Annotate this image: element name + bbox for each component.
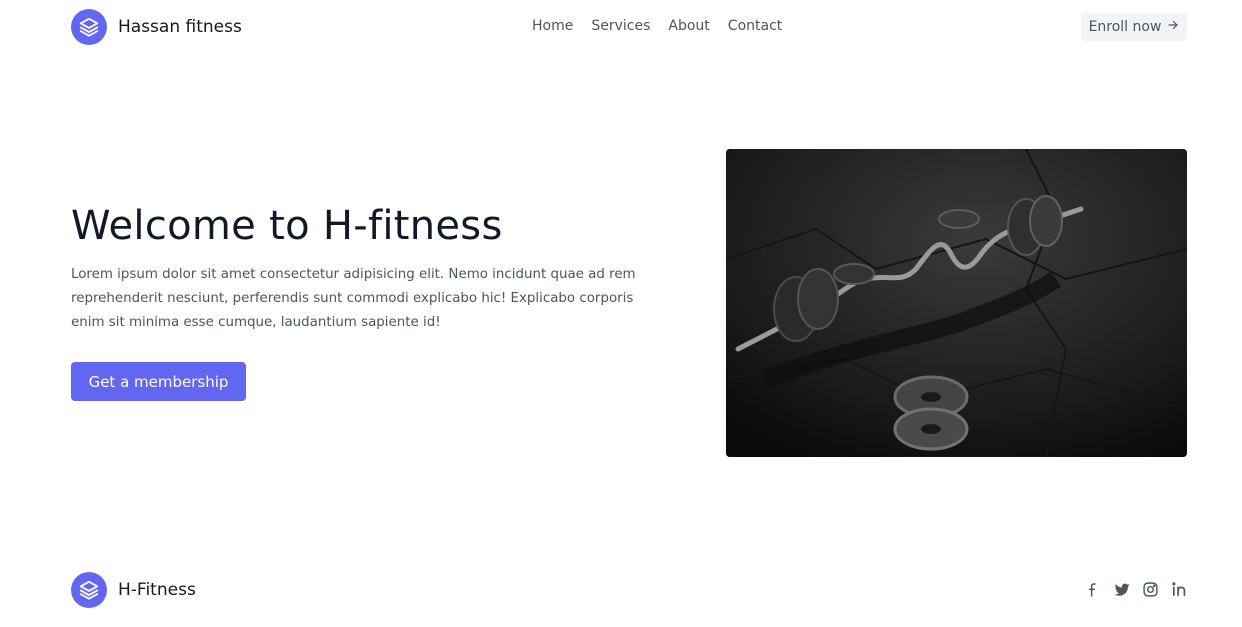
main-nav: Home Services About Contact: [532, 18, 782, 34]
layers-icon: [71, 9, 107, 45]
enroll-button[interactable]: Enroll now: [1081, 13, 1187, 41]
footer-brand[interactable]: H-Fitness: [71, 572, 196, 608]
instagram-icon[interactable]: [1141, 580, 1160, 599]
layers-icon: [71, 572, 107, 608]
hero-image: [726, 149, 1187, 457]
nav-link-contact[interactable]: Contact: [728, 18, 782, 34]
nav-link-home[interactable]: Home: [532, 18, 573, 34]
brand-name: Hassan fitness: [118, 17, 242, 37]
membership-button[interactable]: Get a membership: [71, 362, 246, 401]
linkedin-icon[interactable]: [1170, 580, 1189, 599]
enroll-label: Enroll now: [1088, 19, 1162, 35]
hero-description: Lorem ipsum dolor sit amet consectetur a…: [71, 267, 636, 330]
brand[interactable]: Hassan fitness: [71, 9, 242, 45]
twitter-icon[interactable]: [1112, 580, 1131, 599]
arrow-right-icon: [1167, 19, 1179, 35]
facebook-icon[interactable]: [1083, 580, 1102, 599]
hero-title: Welcome to H-fitness: [71, 203, 503, 249]
nav-link-about[interactable]: About: [668, 18, 709, 34]
social-links: [1083, 580, 1189, 599]
nav-link-services[interactable]: Services: [591, 18, 650, 34]
footer-brand-name: H-Fitness: [118, 580, 196, 600]
site-header: Hassan fitness Home Services About Conta…: [0, 0, 1242, 56]
